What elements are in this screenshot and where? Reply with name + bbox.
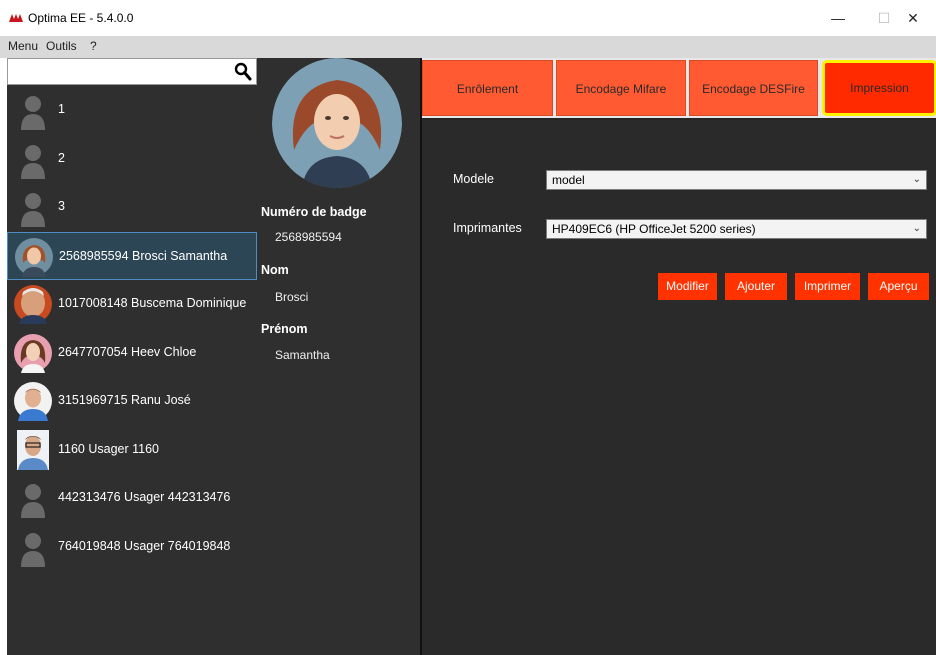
chevron-down-icon: ⌄ bbox=[912, 174, 921, 185]
menu-item-outils[interactable]: Outils bbox=[46, 39, 77, 53]
list-item[interactable]: 1160 Usager 1160 bbox=[7, 426, 257, 475]
main-panel: Enrôlement Encodage Mifare Encodage DESF… bbox=[420, 58, 936, 655]
list-item-selected[interactable]: 2568985594 Brosci Samantha bbox=[7, 231, 257, 280]
title-bar: Optima EE - 5.4.0.0 — ☐ ✕ bbox=[0, 0, 936, 36]
imprimantes-select[interactable]: HP409EC6 (HP OfficeJet 5200 series) ⌄ bbox=[546, 219, 927, 239]
search-input[interactable] bbox=[12, 63, 222, 81]
list-item-label: 1017008148 Buscema Dominique bbox=[58, 296, 247, 310]
imprimantes-select-value: HP409EC6 (HP OfficeJet 5200 series) bbox=[552, 222, 756, 236]
imprimantes-label: Imprimantes bbox=[453, 221, 522, 235]
ajouter-button[interactable]: Ajouter bbox=[725, 273, 787, 300]
badge-number-title: Numéro de badge bbox=[261, 205, 367, 219]
list-item[interactable]: 3151969715 Ranu José bbox=[7, 377, 257, 426]
list-item[interactable]: 1 bbox=[7, 86, 257, 135]
close-button[interactable]: ✕ bbox=[890, 4, 936, 32]
list-item-label: 442313476 Usager 442313476 bbox=[58, 490, 231, 504]
person-silhouette-icon bbox=[21, 96, 45, 130]
user-detail-panel: Numéro de badge 2568985594 Nom Brosci Pr… bbox=[257, 58, 420, 655]
menu-bar: Menu Outils ? bbox=[0, 36, 936, 58]
minimize-button[interactable]: — bbox=[815, 4, 861, 32]
tab-strip: Enrôlement Encodage Mifare Encodage DESF… bbox=[422, 58, 936, 118]
menu-item-menu[interactable]: Menu bbox=[8, 39, 38, 53]
tab-enrolement[interactable]: Enrôlement bbox=[422, 60, 553, 116]
list-item[interactable]: 2647707054 Heev Chloe bbox=[7, 329, 257, 378]
list-item-label: 3 bbox=[58, 199, 65, 213]
nom-title: Nom bbox=[261, 263, 289, 277]
tab-encodage-desfire[interactable]: Encodage DESFire bbox=[689, 60, 818, 116]
person-silhouette-icon bbox=[21, 144, 45, 179]
modifier-button[interactable]: Modifier bbox=[658, 273, 717, 300]
tab-impression[interactable]: Impression bbox=[822, 60, 936, 116]
user-photo-large bbox=[272, 58, 402, 188]
chevron-down-icon: ⌄ bbox=[912, 223, 921, 234]
list-item-label: 764019848 Usager 764019848 bbox=[58, 538, 231, 553]
list-item-label: 2 bbox=[58, 150, 65, 165]
prenom-title: Prénom bbox=[261, 322, 308, 336]
nom-value: Brosci bbox=[275, 290, 309, 304]
user-photo-avatar bbox=[15, 237, 53, 277]
prenom-value: Samantha bbox=[275, 348, 330, 362]
list-item[interactable]: 1017008148 Buscema Dominique bbox=[7, 280, 257, 329]
list-item[interactable]: 764019848 Usager 764019848 bbox=[7, 523, 257, 572]
app-logo-icon bbox=[9, 14, 23, 22]
modele-select-value: model bbox=[552, 173, 585, 187]
person-silhouette-icon bbox=[21, 532, 45, 567]
user-list: 1 2 3 2568985594 Brosci Samantha 1017008… bbox=[7, 86, 257, 571]
apercu-button[interactable]: Aperçu bbox=[868, 273, 929, 300]
list-item[interactable]: 442313476 Usager 442313476 bbox=[7, 474, 257, 523]
person-silhouette-icon bbox=[21, 193, 45, 227]
badge-number-value: 2568985594 bbox=[275, 230, 342, 244]
window-title: Optima EE - 5.4.0.0 bbox=[28, 11, 134, 25]
person-silhouette-icon bbox=[21, 484, 45, 518]
search-icon[interactable] bbox=[234, 62, 252, 82]
user-photo-avatar bbox=[14, 382, 52, 421]
impression-tab-content: Modele model ⌄ Imprimantes HP409EC6 (HP … bbox=[422, 120, 936, 655]
tab-encodage-mifare[interactable]: Encodage Mifare bbox=[556, 60, 686, 116]
user-photo-avatar bbox=[14, 285, 52, 324]
list-item[interactable]: 2 bbox=[7, 135, 257, 184]
menu-item-help[interactable]: ? bbox=[90, 39, 97, 53]
list-item-label: 1 bbox=[58, 102, 65, 116]
list-item-label: 1160 Usager 1160 bbox=[58, 441, 160, 456]
user-list-panel: 1 2 3 2568985594 Brosci Samantha 1017008… bbox=[7, 58, 257, 655]
imprimer-button[interactable]: Imprimer bbox=[795, 273, 860, 300]
list-item[interactable]: 3 bbox=[7, 183, 257, 232]
list-item-label: 2647707054 Heev Chloe bbox=[58, 344, 197, 359]
list-item-label: 3151969715 Ranu José bbox=[58, 393, 191, 407]
search-box bbox=[7, 58, 257, 85]
user-photo-avatar bbox=[14, 333, 52, 373]
modele-label: Modele bbox=[453, 172, 494, 186]
user-photo-avatar bbox=[17, 429, 49, 470]
list-item-label: 2568985594 Brosci Samantha bbox=[59, 248, 228, 263]
modele-select[interactable]: model ⌄ bbox=[546, 170, 927, 190]
